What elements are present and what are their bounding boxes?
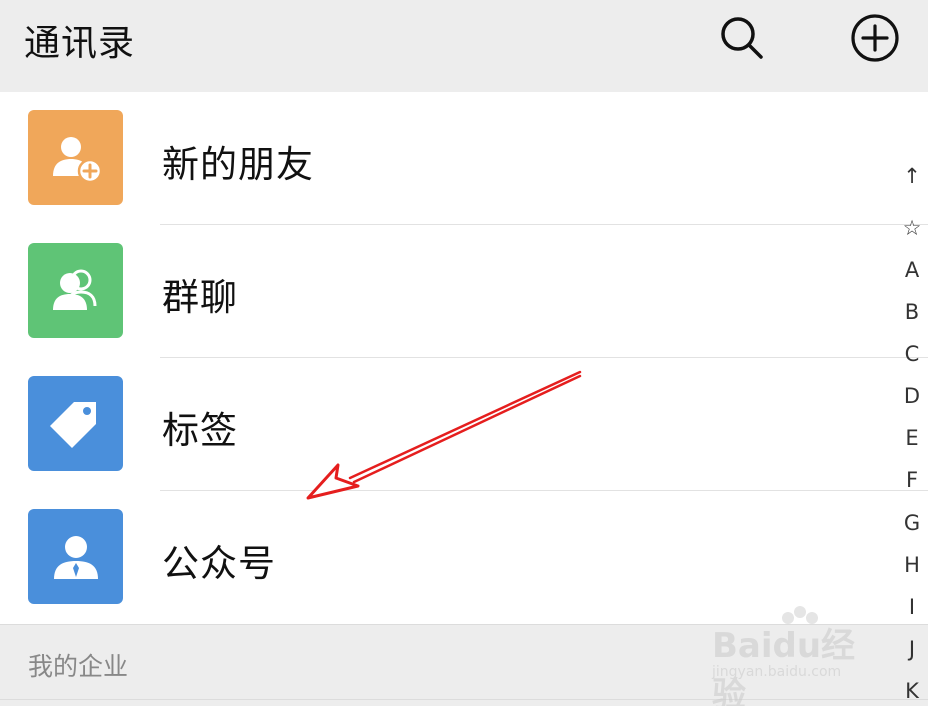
add-circle-icon	[851, 14, 899, 62]
index-item-d[interactable]: D	[896, 384, 928, 408]
list-item-new-friends[interactable]: 新的朋友	[0, 92, 928, 225]
add-friend-icon	[52, 136, 102, 183]
index-item-top[interactable]: ↑	[896, 164, 928, 188]
alphabet-index-bar[interactable]: ↑ ☆ A B C D E F G H I J K	[896, 164, 928, 706]
list-item-label: 新的朋友	[162, 143, 314, 186]
add-button[interactable]	[847, 10, 903, 66]
new-friends-tile	[28, 110, 123, 205]
index-item-g[interactable]: G	[896, 511, 928, 535]
list-item-label: 群聊	[162, 276, 238, 319]
index-item-j[interactable]: J	[896, 637, 928, 661]
group-icon	[52, 269, 96, 310]
index-item-e[interactable]: E	[896, 426, 928, 450]
index-item-star[interactable]: ☆	[896, 216, 928, 240]
divider	[0, 699, 928, 700]
index-item-f[interactable]: F	[896, 468, 928, 492]
index-item-h[interactable]: H	[896, 553, 928, 577]
contacts-function-list: 新的朋友 群聊 标签 公众号	[0, 92, 928, 624]
official-account-icon	[53, 535, 98, 579]
section-header-my-enterprise: 我的企业	[0, 624, 928, 706]
list-item-tags[interactable]: 标签	[0, 358, 928, 491]
section-label: 我的企业	[28, 652, 129, 681]
index-item-k[interactable]: K	[896, 679, 928, 703]
official-accounts-tile	[28, 509, 123, 604]
search-button[interactable]	[714, 10, 770, 66]
group-chat-tile	[28, 243, 123, 338]
search-icon	[721, 17, 763, 59]
list-item-label: 公众号	[162, 542, 276, 585]
list-item-group-chat[interactable]: 群聊	[0, 225, 928, 358]
index-item-b[interactable]: B	[896, 300, 928, 324]
index-item-i[interactable]: I	[896, 595, 928, 619]
tags-tile	[28, 376, 123, 471]
list-item-label: 标签	[162, 409, 238, 452]
index-item-c[interactable]: C	[896, 342, 928, 366]
index-item-a[interactable]: A	[896, 258, 928, 282]
page-title: 通讯录	[24, 23, 136, 64]
top-bar: 通讯录	[0, 0, 928, 92]
list-item-official-accounts[interactable]: 公众号	[0, 491, 928, 624]
tag-icon	[49, 401, 96, 448]
